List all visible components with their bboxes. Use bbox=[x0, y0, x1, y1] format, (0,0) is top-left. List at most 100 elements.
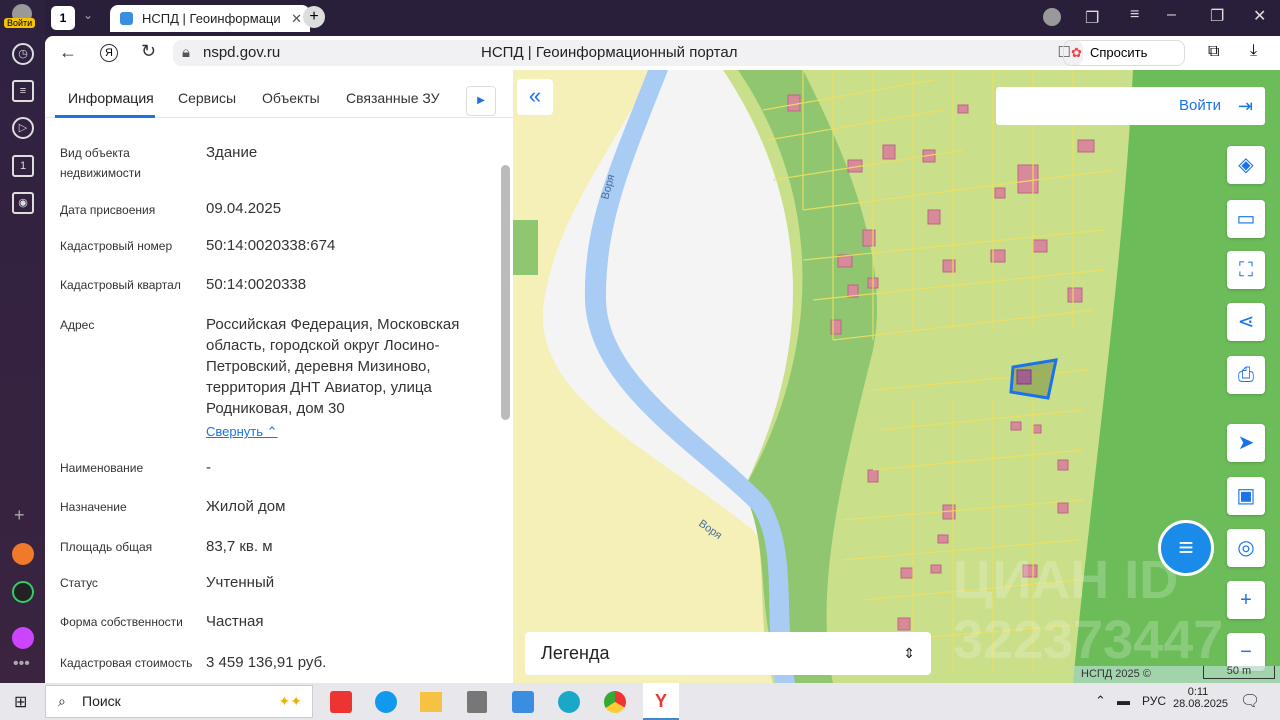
map-footer: НСПД 2025 © 50 m bbox=[1073, 666, 1280, 683]
sparkle-icon: ✦✦ bbox=[278, 693, 302, 709]
browser-sidebar: Войти ◷ ≡ ▷ 1 ◉ + ••• bbox=[0, 0, 45, 683]
url-text: nspd.gov.ru bbox=[203, 44, 281, 61]
back-icon[interactable]: ← bbox=[59, 42, 77, 63]
close-icon[interactable]: ✕ bbox=[291, 5, 302, 32]
language-indicator[interactable]: РУС bbox=[1142, 694, 1166, 708]
yandex-browser-icon[interactable]: Y bbox=[643, 683, 679, 720]
clock[interactable]: 0:11 28.08.2025 bbox=[1173, 686, 1229, 710]
url-field[interactable]: 🔒︎ nspd.gov.ru НСПД | Геоинформационный … bbox=[173, 40, 1083, 66]
windows-start-icon[interactable]: ⊞ bbox=[14, 692, 27, 712]
search-map-button[interactable]: ◎ bbox=[1227, 529, 1265, 567]
history-icon[interactable]: ◷ bbox=[12, 43, 34, 65]
date: 28.08.2025 bbox=[1173, 698, 1229, 710]
edge-icon[interactable] bbox=[558, 691, 580, 713]
collections-icon[interactable]: ≡ bbox=[12, 80, 34, 102]
app-icon[interactable] bbox=[12, 543, 34, 565]
chevron-up-icon: ⌃ bbox=[266, 424, 278, 439]
scale-bar: 50 m bbox=[1203, 666, 1275, 679]
battery-icon[interactable]: ▬ bbox=[1117, 693, 1130, 708]
field-value: 3 459 136,91 руб. bbox=[206, 654, 327, 671]
cadastral-number[interactable]: 50:14:0020338:674 bbox=[206, 235, 491, 256]
alice-icon[interactable] bbox=[12, 627, 34, 649]
close-window-icon[interactable]: ✕ bbox=[1253, 6, 1266, 26]
field-label: Площадь общая bbox=[60, 540, 153, 554]
more-icon[interactable]: ••• bbox=[13, 655, 30, 673]
tab-counter[interactable]: 1 bbox=[51, 6, 75, 30]
zoom-in-button[interactable]: + bbox=[1227, 581, 1265, 619]
new-tab-button[interactable]: + bbox=[303, 6, 325, 28]
collapse-panel-button[interactable]: « bbox=[517, 79, 553, 115]
tab-bar: 1 ⌄ НСПД | Геоинформаци ✕ + ❐ ≡ – ❐ ✕ bbox=[45, 0, 1280, 36]
field-label: Кадастровая стоимость bbox=[60, 656, 193, 670]
layers-button[interactable]: ◈ bbox=[1227, 146, 1265, 184]
skype-icon[interactable] bbox=[375, 691, 397, 713]
taskbar: ⊞ ⌕ Поиск ✦✦ Y ⌃ ▬ РУС 0:11 28.08.2025 🗨︎ bbox=[0, 683, 1280, 720]
field-label: Назначение bbox=[60, 500, 127, 514]
tab-related[interactable]: Связанные ЗУ bbox=[346, 90, 440, 106]
restore-icon[interactable]: ❐ bbox=[1210, 6, 1224, 26]
print-button[interactable]: ⎙ bbox=[1227, 356, 1265, 394]
address-bar: ← Я ↻ 🔒︎ nspd.gov.ru НСПД | Геоинформаци… bbox=[45, 36, 1280, 70]
app-icon[interactable] bbox=[12, 581, 34, 603]
field-label: Адрес bbox=[60, 318, 95, 332]
ruler-button[interactable]: ▭ bbox=[1227, 200, 1265, 238]
field-value: 09.04.2025 bbox=[206, 200, 282, 217]
browser-tab[interactable]: НСПД | Геоинформаци ✕ bbox=[110, 5, 310, 32]
field-label: Дата присвоения bbox=[60, 203, 156, 217]
ask-icon: ✿ bbox=[1071, 45, 1082, 60]
login-button[interactable]: Войти ⇥ bbox=[996, 87, 1265, 125]
play-icon[interactable]: ▷ bbox=[12, 117, 34, 139]
reload-icon[interactable]: ↻ bbox=[141, 41, 156, 62]
tab-info[interactable]: Информация bbox=[68, 90, 154, 106]
select-area-button[interactable]: ⛶ bbox=[1227, 251, 1265, 289]
menu-icon[interactable]: ≡ bbox=[1130, 6, 1139, 24]
calculator-icon[interactable] bbox=[467, 691, 487, 713]
collections-icon[interactable]: ⧉ bbox=[1208, 43, 1219, 61]
favicon-icon bbox=[120, 12, 133, 25]
field-value: 83,7 кв. м bbox=[206, 538, 273, 555]
taskbar-search[interactable]: ⌕ Поиск ✦✦ bbox=[45, 685, 313, 718]
legend-dropdown[interactable]: Легенда ⇕ bbox=[525, 632, 931, 675]
geolocation-button[interactable]: ➤ bbox=[1227, 424, 1265, 462]
tabs-scroll-right-button[interactable]: ▶ bbox=[466, 86, 496, 116]
login-badge[interactable]: Войти bbox=[4, 18, 36, 28]
field-value: - bbox=[206, 459, 211, 476]
field-label: Статус bbox=[60, 576, 98, 590]
legend-label: Легенда bbox=[541, 643, 610, 663]
add-icon[interactable]: + bbox=[14, 505, 25, 526]
cadastral-quarter[interactable]: 50:14:0020338 bbox=[206, 274, 491, 295]
address-value: Российская Федерация, Московская область… bbox=[206, 316, 460, 417]
explorer-icon[interactable] bbox=[420, 692, 442, 712]
map[interactable]: Воря Воря ЦИАН ID 322373447 « Войти ⇥ ◈ ▭… bbox=[513, 70, 1280, 683]
login-icon: ⇥ bbox=[1237, 96, 1253, 116]
field-value: Частная bbox=[206, 613, 264, 630]
chat-button[interactable]: ≡ bbox=[1158, 520, 1214, 576]
photos-icon[interactable] bbox=[512, 691, 534, 713]
panel-tabs: Информация Сервисы Объекты Связанные ЗУ … bbox=[45, 70, 513, 118]
tab-title: НСПД | Геоинформаци bbox=[142, 11, 281, 26]
profile-icon[interactable] bbox=[1043, 8, 1061, 26]
minimize-icon[interactable]: – bbox=[1167, 6, 1176, 24]
info-panel: Информация Сервисы Объекты Связанные ЗУ … bbox=[45, 70, 513, 683]
notifications-icon[interactable]: 🗨︎ bbox=[1240, 691, 1260, 711]
scrollbar[interactable] bbox=[501, 165, 510, 420]
ask-button[interactable]: ✿ Спросить bbox=[1063, 40, 1185, 66]
collapse-label: Свернуть bbox=[206, 424, 264, 439]
tab-services[interactable]: Сервисы bbox=[178, 90, 236, 106]
chevron-up-icon[interactable]: ⌃ bbox=[1095, 693, 1106, 709]
search-icon: ⌕ bbox=[58, 693, 66, 709]
bookmarks-icon[interactable]: ❐ bbox=[1085, 8, 1099, 28]
tab-objects[interactable]: Объекты bbox=[262, 90, 320, 106]
minimap-button[interactable]: ▣ bbox=[1227, 477, 1265, 515]
tab-one-icon[interactable]: 1 bbox=[12, 155, 34, 177]
collapse-link[interactable]: Свернуть ⌃ bbox=[206, 424, 278, 440]
field-label: Форма собственности bbox=[60, 615, 183, 629]
download-icon[interactable]: ⤓ bbox=[1250, 42, 1257, 60]
page-title: НСПД | Геоинформационный портал bbox=[481, 44, 738, 61]
chevron-down-icon[interactable]: ⌄ bbox=[83, 8, 93, 22]
app-icon[interactable] bbox=[330, 691, 352, 713]
yandex-icon[interactable]: Я bbox=[100, 44, 118, 62]
chrome-icon[interactable] bbox=[604, 691, 626, 713]
share-button[interactable]: ⋖ bbox=[1227, 303, 1265, 341]
screenshot-icon[interactable]: ◉ bbox=[12, 192, 34, 214]
